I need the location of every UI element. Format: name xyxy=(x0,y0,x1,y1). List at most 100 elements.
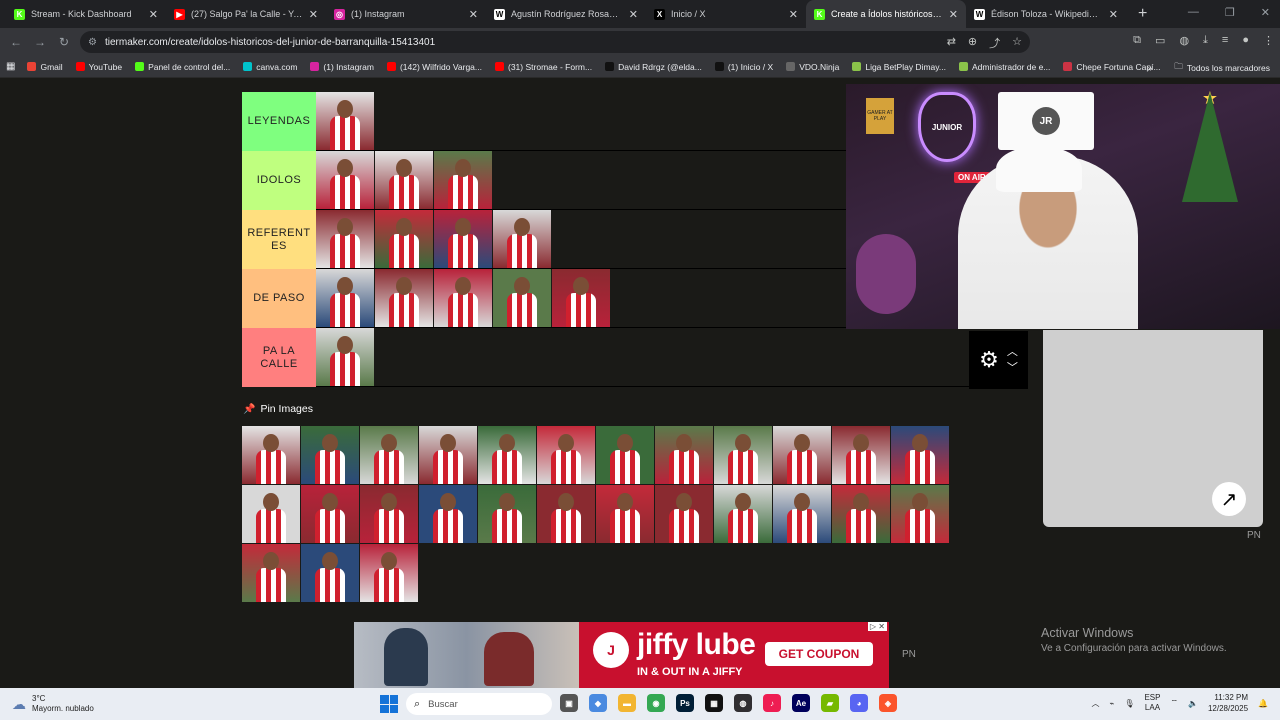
reload-icon[interactable]: ↻ xyxy=(52,35,76,49)
bookmark-item[interactable]: David Rdrgz (@elda... xyxy=(605,62,702,72)
profile-icon[interactable]: ◍ xyxy=(1179,34,1189,47)
all-bookmarks-link[interactable]: Todos los marcadores xyxy=(1187,63,1270,73)
after-effects-app-icon[interactable]: Ae xyxy=(792,694,810,712)
discord-app-icon[interactable]: ◕ xyxy=(850,694,868,712)
back-icon[interactable]: ← xyxy=(4,35,28,49)
tab-close-icon[interactable]: ✕ xyxy=(1109,8,1118,21)
files-app-icon[interactable]: ▣ xyxy=(560,694,578,712)
browser-tab[interactable]: ◎ (1) Instagram ✕ xyxy=(326,0,486,28)
zoom-icon[interactable]: ⊕ xyxy=(968,35,977,51)
new-tab-icon[interactable]: + xyxy=(1138,5,1147,23)
move-down-icon[interactable]: ﹀ xyxy=(1007,363,1018,374)
player-thumbnail[interactable] xyxy=(375,151,433,209)
brave-app-icon[interactable]: ◈ xyxy=(879,694,897,712)
tray-chevron-icon[interactable]: ︿ xyxy=(1091,698,1099,709)
weather-widget[interactable]: ☁ 3°C Mayorm. nublado xyxy=(12,694,94,714)
player-thumbnail[interactable] xyxy=(375,269,433,327)
wifi-icon[interactable]: ⌔ xyxy=(1170,698,1178,708)
tier-label[interactable]: DE PASO xyxy=(242,269,316,328)
bookmark-item[interactable]: Gmail xyxy=(27,62,63,72)
nvidia-app-icon[interactable]: ▰ xyxy=(821,694,839,712)
pool-player-thumbnail[interactable] xyxy=(891,485,949,543)
close-window-icon[interactable]: ✕ xyxy=(1261,6,1270,19)
ad-banner[interactable]: J jiffy lube IN & OUT IN A JIFFY GET COU… xyxy=(354,622,889,688)
bookmark-item[interactable]: (31) Stromae - Form... xyxy=(495,62,592,72)
bookmark-item[interactable]: YouTube xyxy=(75,62,122,72)
bookmark-item[interactable]: Liga BetPlay Dimay... xyxy=(852,62,946,72)
volume-icon[interactable]: 🔈 xyxy=(1188,699,1198,708)
player-thumbnail[interactable] xyxy=(552,269,610,327)
pool-player-thumbnail[interactable] xyxy=(242,544,300,602)
apps-grid-icon[interactable]: ▦ xyxy=(6,61,15,72)
ad-close-icon[interactable]: ▷ ✕ xyxy=(867,622,887,631)
gear-icon[interactable]: ⚙ xyxy=(979,347,999,373)
pool-player-thumbnail[interactable] xyxy=(242,426,300,484)
pool-player-thumbnail[interactable] xyxy=(596,485,654,543)
pool-player-thumbnail[interactable] xyxy=(360,544,418,602)
pool-player-thumbnail[interactable] xyxy=(655,485,713,543)
expand-arrow-icon[interactable]: ↗ xyxy=(1212,482,1246,516)
bookmark-item[interactable]: (142) Wilfrido Varga... xyxy=(386,62,482,72)
player-thumbnail[interactable] xyxy=(316,92,374,150)
capcut-app-icon[interactable]: ▦ xyxy=(705,694,723,712)
browser-tab[interactable]: X Inicio / X ✕ xyxy=(646,0,806,28)
pool-player-thumbnail[interactable] xyxy=(773,426,831,484)
bookmark-item[interactable]: VDO.Ninja xyxy=(786,62,839,72)
notification-icon[interactable]: 🔔 xyxy=(1258,699,1268,708)
taskbar-search[interactable]: ⌕ Buscar xyxy=(406,693,552,715)
tier-label[interactable]: LEYENDAS xyxy=(242,92,316,151)
player-thumbnail[interactable] xyxy=(434,210,492,268)
pool-player-thumbnail[interactable] xyxy=(596,426,654,484)
browser-tab[interactable]: ▶ (27) Salgo Pa' la Calle - YouTube ✕ xyxy=(166,0,326,28)
browser-tab[interactable]: K Create a Ídolos históricos del Ju ✕ xyxy=(806,0,966,28)
sidebar-icon[interactable]: ▭ xyxy=(1155,34,1165,47)
share-icon[interactable]: ⤴ xyxy=(989,35,1000,51)
player-thumbnail[interactable] xyxy=(316,328,374,386)
pool-player-thumbnail[interactable] xyxy=(419,485,477,543)
bookmarks-overflow-icon[interactable]: » xyxy=(1148,63,1153,73)
mic-icon[interactable]: 🎙 xyxy=(1124,699,1134,708)
bookmark-item[interactable]: Panel de control del... xyxy=(135,62,230,72)
player-thumbnail[interactable] xyxy=(375,210,433,268)
pool-player-thumbnail[interactable] xyxy=(832,426,890,484)
chrome-app-icon[interactable]: ◉ xyxy=(647,694,665,712)
player-thumbnail[interactable] xyxy=(316,151,374,209)
maximize-icon[interactable]: ❐ xyxy=(1225,6,1235,19)
move-up-icon[interactable]: ︿ xyxy=(1007,347,1018,358)
pool-player-thumbnail[interactable] xyxy=(301,485,359,543)
network-icon[interactable]: ⌁ xyxy=(1109,699,1114,708)
avatar-icon[interactable]: ● xyxy=(1242,34,1249,47)
tab-close-icon[interactable]: ✕ xyxy=(789,8,798,21)
pool-player-thumbnail[interactable] xyxy=(773,485,831,543)
player-thumbnail[interactable] xyxy=(316,269,374,327)
tab-close-icon[interactable]: ✕ xyxy=(949,8,958,21)
bookmark-star-icon[interactable]: ☆ xyxy=(1012,35,1022,51)
browser-tab[interactable]: K Stream - Kick Dashboard ✕ xyxy=(6,0,166,28)
pool-player-thumbnail[interactable] xyxy=(301,544,359,602)
tab-close-icon[interactable]: ✕ xyxy=(469,8,478,21)
tab-close-icon[interactable]: ✕ xyxy=(149,8,158,21)
clock[interactable]: 11:32 PM 12/28/2025 xyxy=(1208,692,1248,714)
pool-player-thumbnail[interactable] xyxy=(891,426,949,484)
pool-player-thumbnail[interactable] xyxy=(301,426,359,484)
tier-label[interactable]: PA LA CALLE xyxy=(242,328,316,387)
tier-label[interactable]: REFERENT ES xyxy=(242,210,316,269)
site-info-icon[interactable]: ⚙ xyxy=(88,37,97,48)
extensions-icon[interactable]: ⧉ xyxy=(1133,34,1141,47)
forward-icon[interactable]: → xyxy=(28,35,52,49)
bookmark-item[interactable]: canva.com xyxy=(243,62,297,72)
pool-player-thumbnail[interactable] xyxy=(478,426,536,484)
tab-close-icon[interactable]: ✕ xyxy=(309,8,318,21)
download-icon[interactable]: ⤓ xyxy=(1203,34,1208,47)
pool-player-thumbnail[interactable] xyxy=(537,485,595,543)
language-indicator[interactable]: ESP LAA xyxy=(1144,693,1160,713)
pool-player-thumbnail[interactable] xyxy=(714,426,772,484)
obs-app-icon[interactable]: ◍ xyxy=(734,694,752,712)
tier-items[interactable] xyxy=(316,328,1028,386)
browser-tab[interactable]: W Agustín Rodríguez Rosano - Wi ✕ xyxy=(486,0,646,28)
bookmark-item[interactable]: Chepe Fortuna Capí... xyxy=(1063,62,1161,72)
pool-player-thumbnail[interactable] xyxy=(714,485,772,543)
player-thumbnail[interactable] xyxy=(434,151,492,209)
pool-player-thumbnail[interactable] xyxy=(832,485,890,543)
tier-label[interactable]: IDOLOS xyxy=(242,151,316,210)
